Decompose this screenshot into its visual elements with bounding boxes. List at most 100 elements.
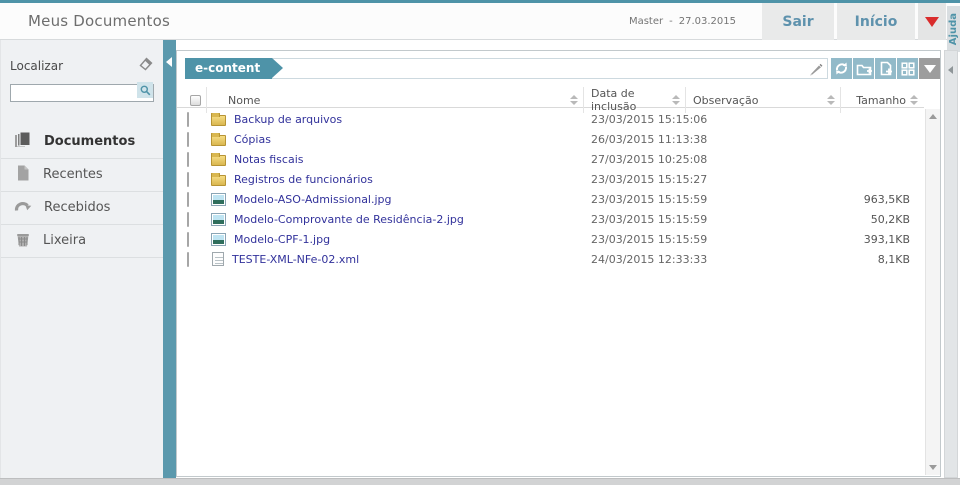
refresh-button[interactable] [831,58,852,79]
row-checkbox[interactable] [187,152,189,167]
file-date: 27/03/2015 10:25:08 [584,153,686,166]
breadcrumb[interactable]: e-content [185,58,272,79]
new-folder-button[interactable] [853,58,874,79]
table-row[interactable]: TESTE-XML-NFe-02.xml 24/03/2015 12:33:33… [177,249,924,269]
more-options-button[interactable] [919,58,940,79]
search-button[interactable] [137,82,153,98]
folder-file-icon [211,175,226,186]
column-header-observacao: Observação [691,94,758,107]
file-name-link[interactable]: Cópias [234,133,271,146]
table-row[interactable]: Registros de funcionários 23/03/2015 15:… [177,169,924,189]
file-name-link[interactable]: Modelo-ASO-Admissional.jpg [234,193,392,206]
sort-icon-nome[interactable] [570,95,578,105]
home-button[interactable]: Início [837,3,915,40]
folder-file-icon [211,115,226,126]
refresh-icon [834,61,849,76]
new-document-button[interactable] [875,58,896,79]
file-name-link[interactable]: Backup de arquivos [234,113,342,126]
grid-view-icon [901,62,915,76]
file-date: 23/03/2015 15:15:59 [584,193,686,206]
image-file-icon [211,233,226,246]
header: Meus Documentos Master-27.03.2015 Sair I… [0,3,960,40]
row-checkbox[interactable] [187,172,189,187]
sidebar-item-label: Lixeira [43,233,86,248]
breadcrumb-arrow-icon [272,58,283,78]
row-checkbox[interactable] [187,112,189,127]
breadcrumb-label: e-content [195,61,260,75]
file-name-link[interactable]: Modelo-CPF-1.jpg [234,233,330,246]
sidebar-nav: Documentos Recentes Recebidos Lixeira [1,126,163,258]
sidebar-splitter[interactable] [163,40,176,478]
table-row[interactable]: Cópias 26/03/2015 11:13:38 [177,129,924,149]
search-input[interactable] [10,84,154,102]
row-checkbox[interactable] [187,132,189,147]
logout-button[interactable]: Sair [762,3,834,40]
sidebar-item-label: Recebidos [44,200,110,215]
file-date: 23/03/2015 15:15:59 [584,233,686,246]
path-bar: e-content [185,58,828,79]
file-name-link[interactable]: TESTE-XML-NFe-02.xml [232,253,359,266]
file-name-link[interactable]: Registros de funcionários [234,173,373,186]
file-size: 50,2KB [841,213,924,226]
file-date: 26/03/2015 11:13:38 [584,133,686,146]
file-name-link[interactable]: Notas fiscais [234,153,303,166]
row-checkbox[interactable] [187,212,189,227]
sort-icon-observacao[interactable] [827,95,835,105]
file-name-link[interactable]: Modelo-Comprovante de Residência-2.jpg [234,213,464,226]
sidebar-item-recentes[interactable]: Recentes [1,159,163,192]
sort-icon-data[interactable] [672,95,680,105]
row-checkbox[interactable] [187,252,189,267]
file-size: 393,1KB [841,233,924,246]
select-all-checkbox[interactable] [190,95,201,106]
row-checkbox[interactable] [187,192,189,207]
right-panel-splitter[interactable] [944,50,958,478]
column-header-tamanho: Tamanho [856,94,910,107]
page-title: Meus Documentos [28,12,170,30]
file-date: 23/03/2015 15:15:27 [584,173,686,186]
documents-stack-icon [14,131,33,153]
collapse-left-arrow-icon [166,57,172,67]
search-area: Localizar [1,40,163,102]
new-document-icon [879,61,893,76]
xml-file-icon [212,252,224,266]
user-session-info: Master-27.03.2015 [626,16,739,27]
table-row[interactable]: Modelo-Comprovante de Residência-2.jpg 2… [177,209,924,229]
table-row[interactable]: Notas fiscais 27/03/2015 10:25:08 [177,149,924,169]
search-label: Localizar [10,59,63,73]
sidebar-item-lixeira[interactable]: Lixeira [1,225,163,258]
sidebar-item-label: Recentes [43,167,103,182]
file-date: 24/03/2015 12:33:33 [584,253,686,266]
table-row[interactable]: Modelo-CPF-1.jpg 23/03/2015 15:15:59 393… [177,229,924,249]
sidebar: Localizar Documentos [0,40,163,478]
image-file-icon [211,213,226,226]
edit-pencil-icon[interactable] [808,61,824,81]
sidebar-item-recebidos[interactable]: Recebidos [1,192,163,225]
recent-document-icon [14,164,32,186]
eraser-icon[interactable] [138,56,154,75]
more-dropdown-icon [924,65,936,73]
scroll-down-arrow-icon[interactable] [929,465,937,470]
table-header: Nome Data de inclusão Observação Tamanho [177,87,924,108]
help-tab[interactable]: Ajuda [947,6,960,52]
main-panel: e-content Nome Data de inclusão [176,50,941,477]
table-row[interactable]: Modelo-ASO-Admissional.jpg 23/03/2015 15… [177,189,924,209]
received-arrow-icon [14,197,33,219]
grid-view-button[interactable] [897,58,918,79]
scroll-up-arrow-icon[interactable] [929,114,937,119]
row-checkbox[interactable] [187,232,189,247]
column-header-nome: Nome [212,94,260,107]
user-name: Master [629,16,663,27]
sidebar-item-label: Documentos [44,134,135,149]
alert-dropdown-button[interactable] [918,3,946,40]
session-date: 27.03.2015 [679,16,736,27]
file-size: 963,5KB [841,193,924,206]
sidebar-item-documentos[interactable]: Documentos [1,126,163,159]
table-row[interactable]: Backup de arquivos 23/03/2015 15:15:06 [177,109,924,129]
folder-file-icon [211,135,226,146]
table-scrollbar[interactable] [925,109,940,475]
new-folder-icon [856,62,872,76]
sort-icon-tamanho[interactable] [910,95,918,105]
header-actions: Master-27.03.2015 Sair Início [626,3,946,40]
collapse-right-arrow-icon [948,66,953,74]
app-window: Meus Documentos Master-27.03.2015 Sair I… [0,0,960,485]
